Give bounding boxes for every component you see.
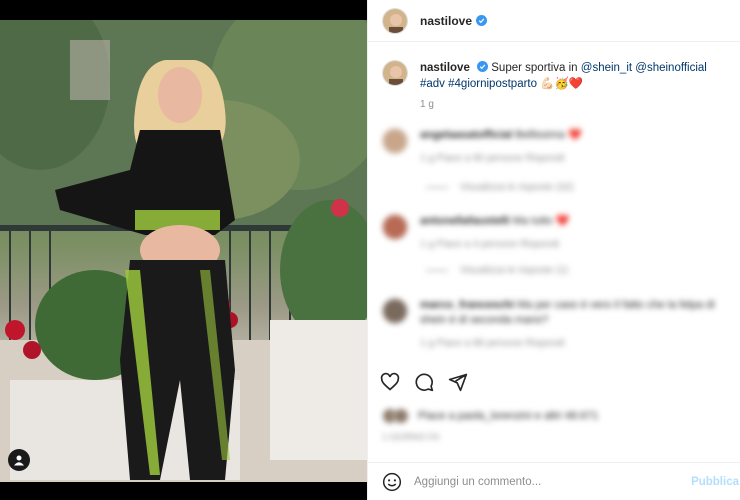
photo-letterbox-top xyxy=(0,0,367,20)
avatar[interactable] xyxy=(382,298,408,324)
share-icon[interactable] xyxy=(448,372,468,392)
post-caption: nastilove Super sportiva in @shein_it @s… xyxy=(382,60,732,113)
hashtag-link[interactable]: #adv xyxy=(420,78,445,90)
photo-scene xyxy=(0,20,367,482)
comment-username[interactable]: antonellafaustelli xyxy=(420,215,510,227)
mention-link[interactable]: @shein_it xyxy=(581,62,632,74)
comment-item: antonellafaustelli Ma tutto ❤️ 1 g Piace… xyxy=(382,214,732,252)
add-comment-bar: Pubblica xyxy=(368,462,740,500)
caption-emojis: 💪🏻🥳❤️ xyxy=(540,78,584,90)
caption-body: Super sportiva in xyxy=(491,62,581,74)
view-replies-button[interactable]: Visualizza le risposte (1) xyxy=(426,265,568,276)
post-actions xyxy=(380,372,468,392)
comments-list[interactable]: nastilove Super sportiva in @shein_it @s… xyxy=(368,42,740,362)
photo-illustration xyxy=(0,20,367,482)
user-tag-icon xyxy=(14,455,24,466)
post-header: nastilove xyxy=(368,0,740,42)
user-tag-button[interactable] xyxy=(8,449,30,471)
comment-text: Bellissima ❤️ xyxy=(515,129,582,141)
comment-username[interactable]: angelaasatofficial xyxy=(420,129,512,141)
comment-item: angelaasatofficial Bellissima ❤️ 1 g Pia… xyxy=(382,128,732,166)
view-replies-button[interactable]: Visualizza le risposte (32) xyxy=(426,182,574,193)
post-date: 1 GIORNO FA xyxy=(382,432,440,442)
post-photo[interactable] xyxy=(0,0,367,500)
mention-link[interactable]: @sheinofficial xyxy=(635,62,707,74)
post-sidebar: nastilove nastilove Super sportiva in @s… xyxy=(367,0,740,500)
view-replies-label: Visualizza le risposte (32) xyxy=(460,182,574,193)
header-username[interactable]: nastilove xyxy=(420,14,472,28)
likes-text: Piace a paola_lorenzini e altri 48.671 xyxy=(418,410,599,422)
avatar[interactable] xyxy=(382,7,408,34)
hashtag-link[interactable]: #4giornipostparto xyxy=(448,78,537,90)
publish-button[interactable]: Pubblica xyxy=(691,476,739,488)
comment-item: marco_franceschi Ma per caso è vero il f… xyxy=(382,298,732,351)
likes-summary[interactable]: Piace a paola_lorenzini e altri 48.671 xyxy=(382,408,598,424)
photo-letterbox-bottom xyxy=(0,482,367,500)
comment-username[interactable]: marco_franceschi xyxy=(420,299,514,311)
comment-input[interactable] xyxy=(414,475,704,488)
likes-avatars xyxy=(382,408,409,424)
heart-icon[interactable] xyxy=(380,372,400,392)
avatar[interactable] xyxy=(382,60,408,86)
comment-meta[interactable]: 1 g Piace a 88 persone Rispondi xyxy=(420,336,720,351)
verified-icon xyxy=(477,61,489,72)
comment-icon[interactable] xyxy=(414,372,434,392)
comment-text: Ma tutto ❤️ xyxy=(512,215,570,227)
caption-time: 1 g xyxy=(420,99,434,110)
caption-username[interactable]: nastilove xyxy=(420,62,470,74)
emoji-icon[interactable] xyxy=(382,472,402,492)
comment-meta[interactable]: 1 g Piace a 4 persone Rispondi xyxy=(420,237,569,252)
view-replies-label: Visualizza le risposte (1) xyxy=(460,265,569,276)
comment-meta[interactable]: 1 g Piace a 90 persone Rispondi xyxy=(420,151,582,166)
avatar[interactable] xyxy=(382,214,408,240)
avatar[interactable] xyxy=(382,128,408,154)
caption-text: nastilove Super sportiva in @shein_it @s… xyxy=(420,60,732,113)
verified-icon xyxy=(476,15,488,26)
